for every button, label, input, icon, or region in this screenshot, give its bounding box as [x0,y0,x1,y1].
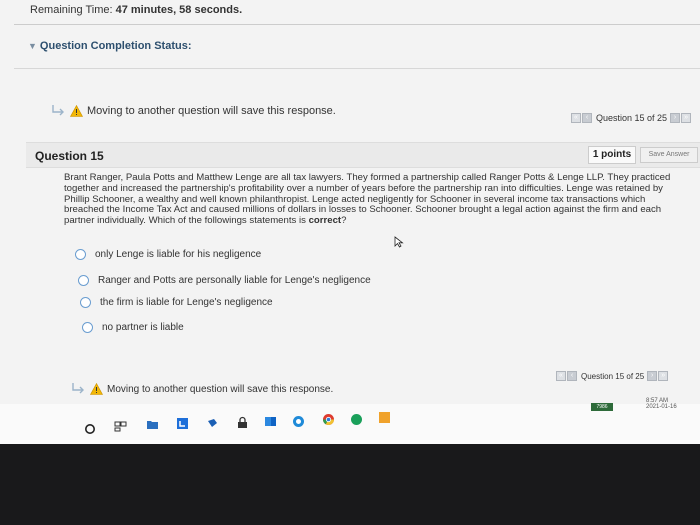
warning-icon [70,105,83,117]
orange-app-icon[interactable] [378,411,391,424]
save-answer-button[interactable]: Save Answer [640,147,698,163]
remaining-time-label: Remaining Time: [30,4,113,16]
return-arrow-icon [72,383,84,394]
question-completion-status[interactable]: ▼ Question Completion Status: [28,40,191,52]
first-question-button[interactable]: « [556,371,566,381]
question-body: Brant Ranger, Paula Potts and Matthew Le… [64,172,671,227]
answer-option-3[interactable]: the firm is liable for Lenge's negligenc… [80,297,273,308]
previous-question-button[interactable]: ‹ [567,371,577,381]
next-question-button[interactable]: › [670,113,681,123]
save-warning-text: Moving to another question will save thi… [87,105,336,117]
question-emphasis: correct [308,215,342,227]
task-view-icon[interactable] [114,420,127,433]
green-app-icon[interactable] [350,413,363,426]
remaining-time-value: 47 minutes, 58 seconds. [115,4,243,16]
answer-option-label: the firm is liable for Lenge's negligenc… [100,297,273,308]
warning-icon [90,383,103,395]
question-end: ? [341,215,347,227]
question-position: Question 15 of 25 [596,113,668,123]
mail-icon[interactable] [206,417,219,430]
return-arrow-icon [52,105,64,116]
question-position: Question 15 of 25 [581,371,645,381]
browser-viewport: Remaining Time: 47 minutes, 58 seconds. … [0,0,700,415]
question-navigator-top: « ‹ Question 15 of 25 › » [571,113,692,123]
radio-button[interactable] [78,275,89,286]
last-question-button[interactable]: » [658,371,669,381]
outlook-icon[interactable] [264,415,277,428]
chevron-down-icon: ▼ [28,41,37,51]
tray-clock[interactable]: 8:57 AM 2021-01-16 [646,398,677,410]
question-text: Brant Ranger, Paula Potts and Matthew Le… [64,172,684,227]
radio-button[interactable] [75,249,86,260]
radio-button[interactable] [80,297,91,308]
chrome-icon[interactable] [322,413,335,426]
save-warning-text: Moving to another question will save thi… [107,383,334,395]
search-icon[interactable] [84,423,96,435]
next-question-button[interactable]: › [647,371,658,381]
answer-option-label: only Lenge is liable for his negligence [95,249,262,260]
answer-option-label: no partner is liable [102,322,184,333]
tray-badge: 7986 [591,403,613,411]
completion-status-label: Question Completion Status: [39,40,192,52]
answer-option-4[interactable]: no partner is liable [82,322,184,333]
save-warning-top: Moving to another question will save thi… [50,104,336,118]
folder-icon[interactable] [146,418,159,431]
answer-option-label: Ranger and Potts are personally liable f… [98,275,371,286]
remaining-time: Remaining Time: 47 minutes, 58 seconds. [30,4,242,16]
mouse-cursor-icon [394,236,404,248]
answer-option-1[interactable]: only Lenge is liable for his negligence [75,249,261,260]
previous-question-button[interactable]: ‹ [582,113,592,123]
tray-date: 2021-01-16 [646,404,677,410]
save-warning-bottom: Moving to another question will save thi… [70,382,333,396]
edge-icon[interactable] [292,415,305,428]
last-question-button[interactable]: » [681,113,692,123]
question-header: Question 15 1 points Save Answer [26,142,700,168]
question-navigator-bottom: « ‹ Question 15 of 25 › » [556,371,669,381]
divider [14,68,700,69]
question-points: 1 points [588,146,636,164]
answer-option-2[interactable]: Ranger and Potts are personally liable f… [78,275,371,286]
lock-icon[interactable] [236,416,249,429]
first-question-button[interactable]: « [571,113,581,123]
radio-button[interactable] [82,322,93,333]
laptop-bezel [0,444,700,525]
question-title: Question 15 [35,149,104,163]
store-icon[interactable] [176,417,189,430]
divider [14,24,700,25]
